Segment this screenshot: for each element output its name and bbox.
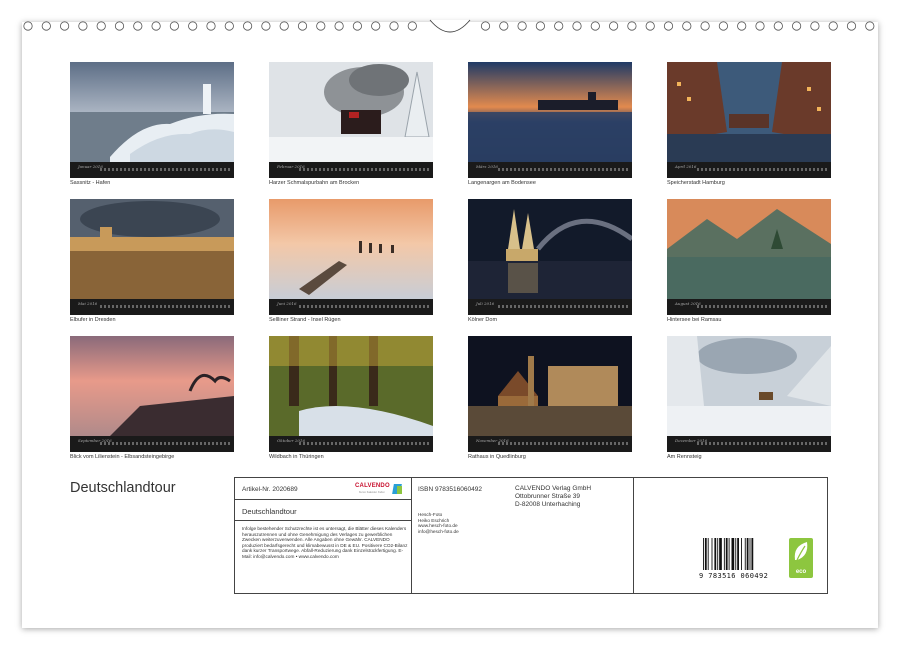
product-title: Deutschlandtour [242,507,297,516]
photo-caption: Hintersee bei Ramsau [667,317,721,323]
isbn: ISBN 9783516060492 [418,486,482,493]
product-title-row: Deutschlandtour [235,500,411,521]
photo-koelner-dom [468,199,632,299]
photo-caption: Sassnitz - Hafen [70,180,110,186]
photo-wildbach [269,336,433,436]
info-box: Artikel-Nr. 2020689 CALVENDO Kunst. Kale… [234,477,828,594]
barcode [703,538,769,570]
photo-harzer-schmalspurbahn [269,62,433,162]
hanger-notch [430,20,470,32]
info-column-product: Artikel-Nr. 2020689 CALVENDO Kunst. Kale… [235,478,412,593]
photo-elbufer-dresden [70,199,234,299]
month-strip: März 2016 [468,162,632,178]
month-strip: Februar 2016 [269,162,433,178]
photo-caption: Wildbach in Thüringen [269,454,324,460]
calendar-back-page: Januar 2016 Sassnitz - Hafen Februar 201… [22,22,878,628]
photo-sassnitz [70,62,234,162]
photo-caption: Kölner Dom [468,317,497,323]
legal-notice: Infolge bestehender Schutzrechte ist es … [242,526,408,560]
article-row: Artikel-Nr. 2020689 CALVENDO Kunst. Kale… [235,478,411,500]
month-strip: April 2016 [667,162,831,178]
photo-caption: Rathaus in Quedlinburg [468,454,526,460]
article-number: Artikel-Nr. 2020689 [242,486,298,493]
month-strip: Dezember 2016 [667,436,831,452]
photo-caption: Elbufer in Dresden [70,317,116,323]
calvendo-logo: CALVENDO Kunst. Kalender. Kultur. [355,483,405,495]
photo-lilienstein [70,336,234,436]
photo-rennsteig [667,336,831,436]
photo-sellin-strand [269,199,433,299]
month-strip: Mai 2016 [70,299,234,315]
month-strip: Januar 2016 [70,162,234,178]
spiral-binding [22,16,878,36]
month-strip: September 2016 [70,436,234,452]
photo-caption: Sellliner Strand - Insel Rügen [269,317,341,323]
month-strip: Juni 2016 [269,299,433,315]
barcode-digits: 9 783516 060492 [699,572,768,580]
info-column-barcode: 9 783516 060492 eco [633,478,827,593]
publisher-address: CALVENDO Verlag GmbH Ottobrunner Straße … [515,485,591,508]
photo-rathaus-quedlinburg [468,336,632,436]
eco-label: eco [789,569,813,575]
calendar-title: Deutschlandtour [70,480,176,496]
photo-hintersee [667,199,831,299]
month-strip: Juli 2016 [468,299,632,315]
photo-caption: Speicherstadt Hamburg [667,180,725,186]
month-strip: August 2016 [667,299,831,315]
photo-speicherstadt [667,62,831,162]
eco-badge: eco [789,538,813,578]
info-column-publisher: ISBN 9783516060492 CALVENDO Verlag GmbH … [411,478,634,593]
month-strip: November 2016 [468,436,632,452]
photo-caption: Langenargen am Bodensee [468,180,536,186]
photo-caption: Am Rennsteig [667,454,702,460]
photo-caption: Harzer Schmalspurbahn am Brocken [269,180,359,186]
photo-caption: Blick vom Lilienstein - Elbsandsteingebi… [70,454,174,460]
photo-langenargen [468,62,632,162]
month-strip: Oktober 2016 [269,436,433,452]
author-info: Hesch-Foto Heiko Eschrich www.hesch-foto… [418,512,459,534]
